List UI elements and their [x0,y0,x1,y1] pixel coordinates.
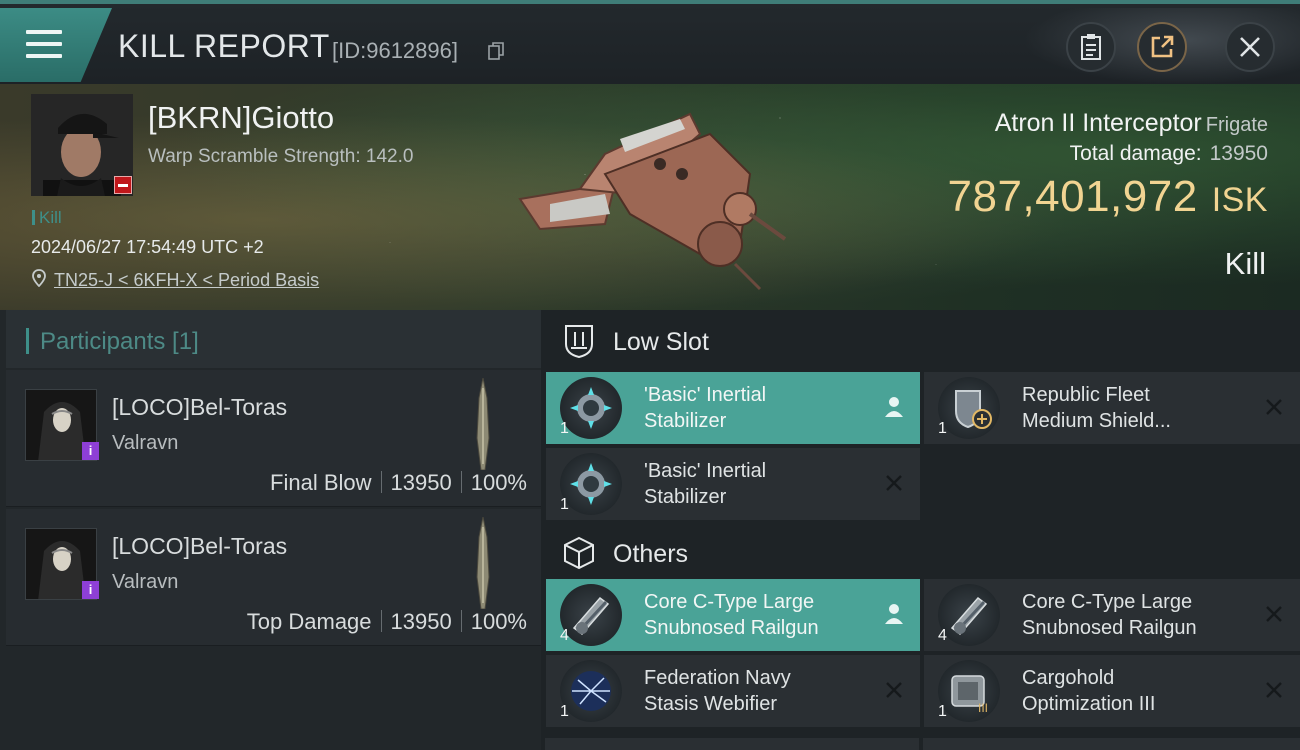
dropped-person-icon [885,397,903,417]
section-accent-bar [26,328,29,354]
report-id: [ID:9612896] [332,38,458,63]
result-label: Kill [1224,246,1266,281]
participant-role: Top Damage [246,609,372,634]
item-quantity: 4 [938,627,947,644]
close-button[interactable] [1225,22,1275,72]
item-quantity: 1 [938,420,947,437]
destroyed-x-icon [886,682,902,698]
share-icon [1151,35,1174,58]
dropped-person-icon [885,604,903,624]
fitting-item[interactable]: 4 Core C-Type Large Snubnosed Railgun [546,579,920,651]
destroyed-x-icon [1266,682,1282,698]
ship-class: Frigate [1205,114,1268,136]
kill-location-link[interactable]: TN25-J < 6KFH-X < Period Basis [54,270,319,291]
isk-value: 787,401,972 ISK [948,172,1269,222]
total-damage-value: 13950 [1209,142,1268,165]
notes-button[interactable] [1066,22,1116,72]
destroyed-x-icon [886,475,902,491]
clipboard-icon [1081,34,1101,60]
participant-percent: 100% [470,609,527,634]
fittings-panel: Low Slot 1 'Basic' Inertial Stabilizer 1 … [541,310,1300,750]
participant-stats: Final Blow 13950 100% [270,470,527,496]
item-name: 'Basic' Inertial Stabilizer [644,460,767,508]
item-name: Republic Fleet Medium Shield... [1022,384,1171,432]
ship-render-image [518,112,787,291]
cube-icon [564,536,594,570]
participant-damage: 13950 [390,609,452,634]
fitting-item[interactable]: 1 'Basic' Inertial Stabilizer [546,372,920,444]
hostile-badge [114,176,132,194]
participant-card[interactable]: i [LOCO]Bel-Toras Valravn Top Damage 1395… [6,509,541,646]
fitting-item[interactable]: III 1 Cargohold Optimization III [924,655,1300,727]
inertial-stabilizer-icon [560,377,622,439]
item-quantity: 4 [560,627,569,644]
close-icon [1240,37,1260,57]
weapon-icon [476,378,490,470]
weapon-icon [476,517,490,609]
kill-timestamp: 2024/06/27 17:54:49 UTC +2 [31,237,264,257]
cargohold-icon: III [938,660,1000,722]
kill-type-tag: Kill [32,208,62,228]
copy-icon[interactable] [488,42,504,60]
victim-banner: [BKRN]Giotto Warp Scramble Strength: 142… [0,84,1300,310]
participants-panel: Participants [1] i [LOCO]Bel-Toras Valra… [0,310,541,750]
others-label: Others [613,540,689,568]
fitting-item[interactable]: 4 Core C-Type Large Snubnosed Railgun [924,579,1300,651]
participant-damage: 13950 [390,470,452,495]
fitting-item[interactable]: 1 Federation Navy Stasis Webifier [546,655,920,727]
inertial-stabilizer-icon [560,453,622,515]
fitting-item[interactable]: 1 'Basic' Inertial Stabilizer [546,448,920,520]
isk-unit: ISK [1211,181,1268,219]
participant-ship: Valravn [112,432,179,454]
hamburger-icon [26,30,62,58]
info-badge: i [82,581,99,599]
destroyed-x-icon [1266,606,1282,622]
isk-amount: 787,401,972 [947,172,1198,221]
item-name: Core C-Type Large Snubnosed Railgun [644,591,819,639]
item-quantity: 1 [938,703,947,720]
participant-name[interactable]: [LOCO]Bel-Toras [112,394,287,421]
item-name: 'Basic' Inertial Stabilizer [644,384,767,432]
total-damage-label: Total damage: [1069,142,1202,165]
info-badge: i [82,442,99,460]
total-damage: Total damage: 13950 [1070,142,1268,166]
warp-scramble-strength: Warp Scramble Strength: 142.0 [148,146,414,167]
participants-header: Participants [1] [6,310,541,368]
participant-role: Final Blow [270,470,372,495]
menu-button[interactable] [0,8,112,82]
stasis-webifier-icon [560,660,622,722]
more-items-peek [545,738,1300,750]
others-header: Others [541,522,1300,582]
item-quantity: 1 [560,420,569,437]
ship-name: Atron II Interceptor [994,109,1202,137]
railgun-icon [938,584,1000,646]
fitting-item[interactable]: 1 Republic Fleet Medium Shield... [924,372,1300,444]
participant-percent: 100% [470,470,527,495]
item-quantity: 1 [560,496,569,513]
low-slot-label: Low Slot [613,328,709,356]
participant-stats: Top Damage 13950 100% [247,609,527,635]
share-button[interactable] [1137,22,1187,72]
page-title: KILL REPORT [118,28,330,64]
participant-ship: Valravn [112,571,179,593]
railgun-icon [560,584,622,646]
destroyed-x-icon [1266,399,1282,415]
item-name: Cargohold Optimization III [1022,667,1156,715]
victim-name[interactable]: [BKRN]Giotto [148,100,334,136]
item-name: Core C-Type Large Snubnosed Railgun [1022,591,1197,639]
item-name: Federation Navy Stasis Webifier [644,667,791,715]
participant-card[interactable]: i [LOCO]Bel-Toras Valravn Final Blow 1395… [6,370,541,507]
top-bar: KILL REPORT [ID:9612896] [0,0,1300,88]
participant-name[interactable]: [LOCO]Bel-Toras [112,533,287,560]
location-pin-icon [32,269,46,287]
svg-text:III: III [978,701,988,715]
participants-title: Participants [1] [40,328,199,355]
low-slot-icon [565,325,593,358]
low-slot-header: Low Slot [541,310,1300,370]
shield-extender-icon [938,377,1000,439]
item-quantity: 1 [560,703,569,720]
ship-type[interactable]: Atron II Interceptor Frigate [995,109,1268,138]
